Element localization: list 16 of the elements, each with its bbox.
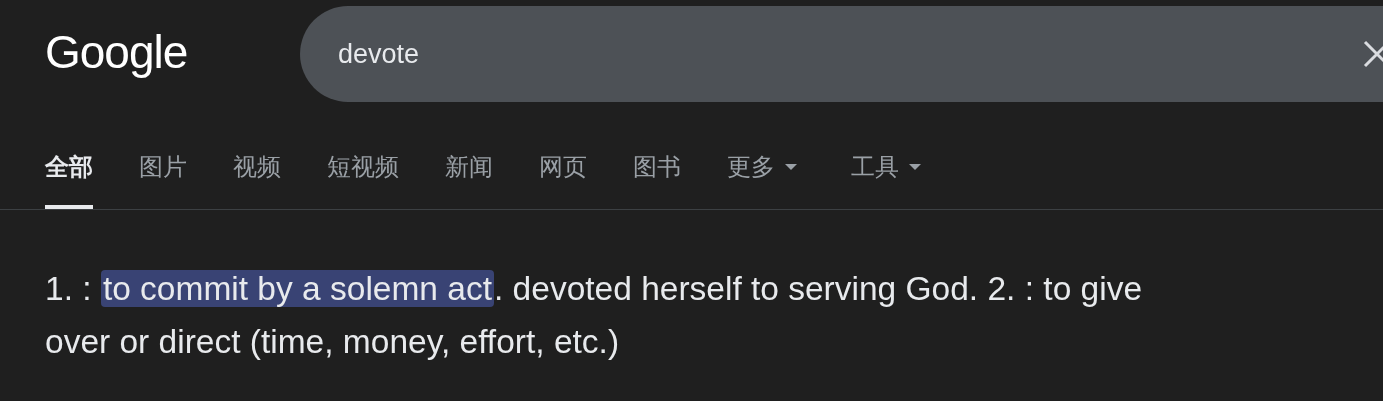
tab[interactable]: 图书 <box>633 149 681 209</box>
logo[interactable]: Google <box>45 25 300 79</box>
definition-text: 1. : to commit by a solemn act. devoted herself to serving God. 2. : to give over or direct (time, money, effort, etc.) <box>45 269 1144 362</box>
caret-icon <box>785 164 797 170</box>
caret-icon <box>909 164 921 170</box>
tab[interactable]: 更多 <box>727 149 797 209</box>
tab[interactable]: 视频 <box>233 149 281 209</box>
tab[interactable]: 新闻 <box>445 149 493 209</box>
search-input[interactable]: devote <box>338 38 1298 70</box>
tab[interactable]: 全部 <box>45 149 93 209</box>
search-bar[interactable]: devote <box>300 6 1383 102</box>
tab[interactable]: 工具 <box>851 149 921 209</box>
tab[interactable]: 短视频 <box>327 149 399 209</box>
close-icon[interactable] <box>1363 40 1383 68</box>
tab[interactable]: 网页 <box>539 149 587 209</box>
tab[interactable]: 图片 <box>139 149 187 209</box>
